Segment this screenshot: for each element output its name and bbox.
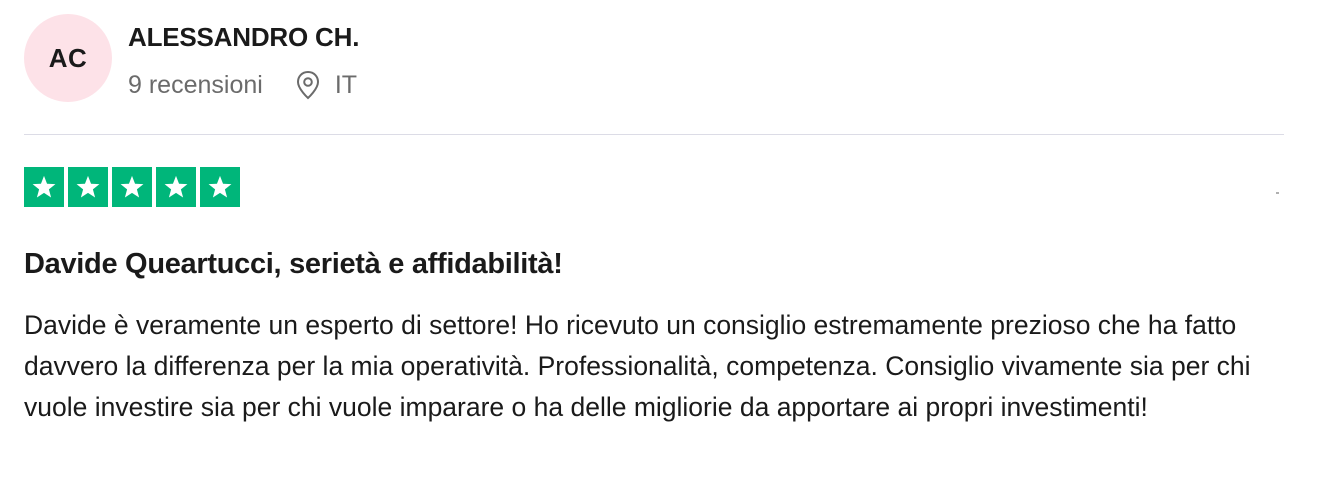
review-card: AC ALESSANDRO CH. 9 recensioni IT Davide… xyxy=(0,0,1318,504)
decorative-speck xyxy=(1276,192,1279,194)
avatar[interactable]: AC xyxy=(24,14,112,102)
review-count: 9 recensioni xyxy=(128,71,263,99)
country-code: IT xyxy=(334,71,358,99)
reviewer-info: ALESSANDRO CH. 9 recensioni IT xyxy=(128,14,359,100)
star-icon xyxy=(68,167,108,207)
reviewer-meta: 9 recensioni IT xyxy=(128,70,359,100)
map-pin-icon xyxy=(295,70,321,100)
review-body: Davide è veramente un esperto di settore… xyxy=(24,310,1251,422)
reviewer-header: AC ALESSANDRO CH. 9 recensioni IT xyxy=(24,14,359,102)
star-icon xyxy=(200,167,240,207)
star-icon xyxy=(112,167,152,207)
star-icon xyxy=(156,167,196,207)
star-icon xyxy=(24,167,64,207)
reviewer-location: IT xyxy=(295,70,357,100)
review-title[interactable]: Davide Queartucci, serietà e affidabilit… xyxy=(24,244,563,284)
reviewer-name[interactable]: ALESSANDRO CH. xyxy=(128,22,359,52)
divider xyxy=(24,134,1284,135)
avatar-initials: AC xyxy=(48,42,88,73)
star-rating xyxy=(24,167,240,207)
